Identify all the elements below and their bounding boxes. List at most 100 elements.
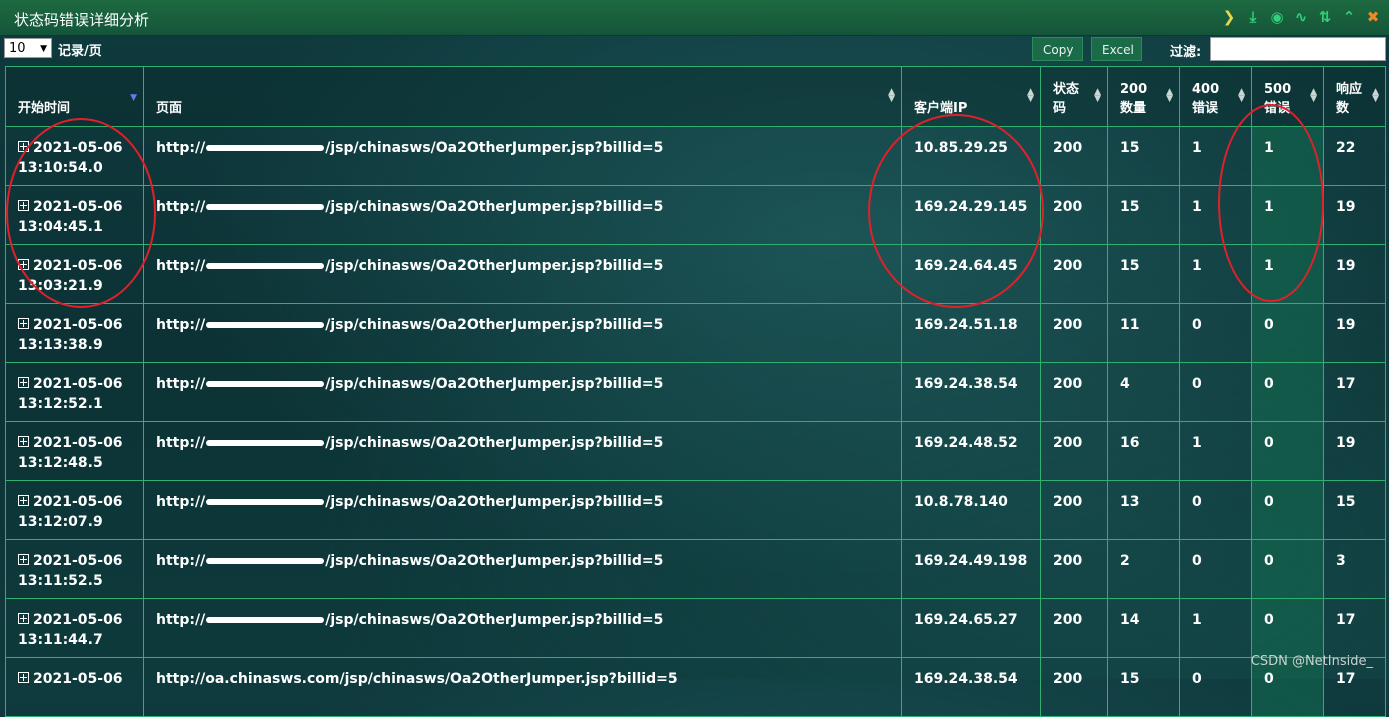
column-header-status[interactable]: 状态码 ▲ ▼: [1040, 66, 1108, 127]
cell-response-count: 22: [1323, 126, 1386, 186]
next-icon[interactable]: ❯: [1221, 8, 1237, 26]
sort-desc-icon[interactable]: ▼: [130, 94, 137, 103]
cell-400-errors: 0: [1179, 539, 1252, 599]
cell-status-code: 200: [1040, 303, 1108, 363]
column-header-response-count[interactable]: 响应数 ▲ ▼: [1323, 66, 1386, 127]
cell-start-time: 2021-05-06 13:12:48.5: [5, 421, 144, 481]
start-date: 2021-05-06: [33, 553, 123, 569]
cell-400-errors: 0: [1179, 362, 1252, 422]
url-prefix: http://: [156, 258, 206, 274]
sort-icon[interactable]: ▲ ▼: [1027, 88, 1034, 104]
chrome-icon[interactable]: ◉: [1269, 8, 1285, 26]
cell-500-errors: 0: [1251, 480, 1324, 540]
filter-label: 过滤:: [1170, 45, 1202, 60]
column-header-200-count[interactable]: 200数量 ▲ ▼: [1107, 66, 1180, 127]
header-label: 页面: [156, 101, 183, 116]
window-title: 状态码错误详细分析: [14, 11, 150, 29]
table-row[interactable]: 2021-05-06 13:13:38.9 http:// /jsp/chinasws…: [5, 303, 1386, 363]
header-label: 200数量: [1120, 82, 1148, 116]
cell-page: http:// /jsp/chinasws/Oa2OtherJumper.jsp?…: [143, 244, 902, 304]
table-row[interactable]: 2021-05-06 13:12:48.5 http:// /jsp/chinasws…: [5, 421, 1386, 481]
table-row[interactable]: 2021-05-06 13:11:44.7 http:// /jsp/chinasws…: [5, 598, 1386, 658]
table-row[interactable]: 2021-05-06 13:12:07.9 http:// /jsp/chinasws…: [5, 480, 1386, 540]
cell-start-time: 2021-05-06 13:13:38.9: [5, 303, 144, 363]
url-path: /jsp/chinasws/Oa2OtherJumper.jsp?billid=…: [325, 612, 664, 628]
cell-200-count: 15: [1107, 185, 1180, 245]
header-label: 状态码: [1053, 82, 1080, 116]
start-date: 2021-05-06: [33, 494, 123, 510]
line-chart-icon[interactable]: ∿: [1293, 8, 1309, 26]
cell-status-code: 200: [1040, 480, 1108, 540]
expand-icon[interactable]: [18, 672, 29, 683]
cell-response-count: 19: [1323, 244, 1386, 304]
table-row[interactable]: 2021-05-06 13:04:45.1 http:///jsp/chinasws…: [5, 185, 1386, 245]
cell-page: http:// /jsp/chinasws/Oa2OtherJumper.jsp?…: [143, 480, 902, 540]
cell-page: http:// /jsp/chinasws/Oa2OtherJumper.jsp?…: [143, 303, 902, 363]
cell-200-count: 15: [1107, 657, 1180, 717]
redaction-mark: [206, 499, 325, 505]
cell-400-errors: 0: [1179, 480, 1252, 540]
page-size-value: 10: [9, 41, 26, 56]
sort-icon[interactable]: ▲ ▼: [1372, 88, 1379, 104]
collapse-icon[interactable]: ⌃: [1341, 8, 1357, 26]
dropdown-arrow-icon: ▼: [40, 44, 47, 54]
watermark: CSDN @NetInside_: [1250, 654, 1373, 669]
column-header-page[interactable]: 页面 ▲ ▼: [143, 66, 902, 127]
url-path: /jsp/chinasws/Oa2OtherJumper.jsp?billid=…: [325, 376, 664, 392]
cell-500-errors: 0: [1251, 303, 1324, 363]
page-size-select[interactable]: 10 ▼: [4, 38, 52, 58]
sort-icon[interactable]: ▲ ▼: [1166, 88, 1173, 104]
column-header-400-errors[interactable]: 400错误 ▲ ▼: [1179, 66, 1252, 127]
expand-icon[interactable]: [18, 613, 29, 624]
cell-500-errors: 0: [1251, 539, 1324, 599]
header-label: 开始时间: [18, 101, 71, 116]
redaction-mark: [206, 558, 325, 564]
cell-client-ip: 169.24.49.198: [901, 539, 1041, 599]
expand-icon[interactable]: [18, 554, 29, 565]
expand-icon[interactable]: [18, 318, 29, 329]
copy-button[interactable]: Copy: [1032, 37, 1083, 61]
status-code-table: 开始时间 ▼ 页面 ▲ ▼ 客户端IP ▲ ▼ 状态码 ▲ ▼ 200数量 ▲ ▼ 400错误 ▲ ▼…: [5, 66, 1386, 717]
filter-input[interactable]: [1210, 37, 1386, 61]
cell-200-count: 14: [1107, 598, 1180, 658]
header-label: 400错误: [1192, 82, 1220, 116]
redaction-mark: [206, 322, 325, 328]
table-row[interactable]: 2021-05-06 13:10:54.0 http:///jsp/chinasws…: [5, 126, 1386, 186]
cell-status-code: 200: [1040, 244, 1108, 304]
table-row[interactable]: 2021-05-06 http://oa.chinasws.com/jsp/chi…: [5, 657, 1386, 717]
expand-icon[interactable]: [18, 377, 29, 388]
annotation-circle-500-errors: [1218, 104, 1324, 302]
cell-page: http:// /jsp/chinasws/Oa2OtherJumper.jsp?…: [143, 598, 902, 658]
redaction-mark: [206, 145, 325, 151]
annotation-circle-start-time: [6, 118, 156, 308]
start-date: 2021-05-06: [33, 317, 123, 333]
cell-client-ip: 10.8.78.140: [901, 480, 1041, 540]
sort-icon[interactable]: ▲ ▼: [1238, 88, 1245, 104]
cell-200-count: 2: [1107, 539, 1180, 599]
cell-500-errors: 0: [1251, 421, 1324, 481]
url-prefix: http://: [156, 435, 206, 451]
table-row[interactable]: 2021-05-06 13:12:52.1 http:// /jsp/chinasws…: [5, 362, 1386, 422]
start-date: 2021-05-06: [33, 435, 123, 451]
start-time: 13:12:07.9: [18, 514, 103, 530]
excel-button[interactable]: Excel: [1091, 37, 1142, 61]
table-row[interactable]: 2021-05-06 13:03:21.9 http:///jsp/chinasws…: [5, 244, 1386, 304]
download-icon[interactable]: ⤓: [1245, 8, 1261, 26]
cell-status-code: 200: [1040, 421, 1108, 481]
sort-icon[interactable]: ▲ ▼: [888, 88, 895, 104]
sort-icon[interactable]: ⇅: [1317, 8, 1333, 26]
close-icon[interactable]: ✖: [1365, 8, 1381, 26]
sort-icon[interactable]: ▲ ▼: [1094, 88, 1101, 104]
url-path: /jsp/chinasws/Oa2OtherJumper.jsp?billid=…: [339, 671, 678, 687]
expand-icon[interactable]: [18, 495, 29, 506]
expand-icon[interactable]: [18, 436, 29, 447]
start-time: 13:11:44.7: [18, 632, 103, 648]
url-prefix: http://: [156, 553, 206, 569]
cell-start-time: 2021-05-06 13:12:07.9: [5, 480, 144, 540]
titlebar-icons: ❯ ⤓ ◉ ∿ ⇅ ⌃ ✖: [1221, 8, 1381, 26]
cell-page: http:// /jsp/chinasws/Oa2OtherJumper.jsp?…: [143, 539, 902, 599]
url-prefix: http://: [156, 317, 206, 333]
table-row[interactable]: 2021-05-06 13:11:52.5 http:// /jsp/chinasws…: [5, 539, 1386, 599]
sort-icon[interactable]: ▲ ▼: [1310, 88, 1317, 104]
cell-page: http:// /jsp/chinasws/Oa2OtherJumper.jsp?…: [143, 185, 902, 245]
